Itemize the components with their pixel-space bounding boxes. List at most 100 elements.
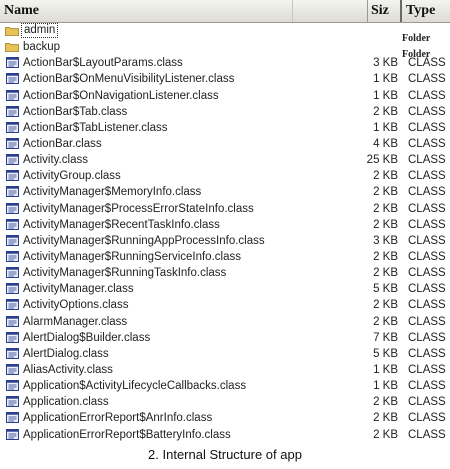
file-size: 2 KB <box>373 267 398 280</box>
file-size: 2 KB <box>373 396 398 409</box>
file-name: ApplicationErrorReport$AnrInfo.class <box>23 412 213 425</box>
class-file-icon <box>6 331 19 343</box>
file-name: ActivityManager$ProcessErrorStateInfo.cl… <box>23 202 254 215</box>
file-type: CLASS <box>408 154 446 167</box>
file-size: 2 KB <box>373 250 398 263</box>
file-name: ActivityManager$MemoryInfo.class <box>23 186 202 199</box>
file-size: 5 KB <box>373 347 398 360</box>
file-name: admin <box>21 23 59 38</box>
class-file-icon <box>6 380 19 392</box>
class-file-icon <box>6 267 19 279</box>
file-size: 2 KB <box>373 202 398 215</box>
file-type: CLASS <box>408 363 446 376</box>
file-row[interactable]: AlarmManager.class 2 KB CLASS <box>0 314 450 330</box>
file-row[interactable]: ActivityOptions.class 2 KB CLASS <box>0 297 450 313</box>
class-file-icon <box>6 121 19 133</box>
file-name: backup <box>23 41 61 54</box>
file-name: ActionBar.class <box>23 137 102 150</box>
file-type: CLASS <box>408 331 446 344</box>
class-file-icon <box>6 57 19 69</box>
class-file-icon <box>6 347 19 359</box>
file-name: ActivityGroup.class <box>23 170 121 183</box>
file-row[interactable]: ActionBar$OnMenuVisibilityListener.class… <box>0 71 450 87</box>
file-size: 1 KB <box>373 73 398 86</box>
file-row[interactable]: ActionBar$Tab.class 2 KB CLASS <box>0 104 450 120</box>
file-row[interactable]: ActivityGroup.class 2 KB CLASS <box>0 168 450 184</box>
column-header-size[interactable]: Siz <box>368 0 402 22</box>
file-size: 2 KB <box>373 315 398 328</box>
column-header-name[interactable]: Name <box>0 0 293 22</box>
file-type: CLASS <box>408 105 446 118</box>
file-size: 1 KB <box>373 89 398 102</box>
file-name: AlertDialog$Builder.class <box>23 331 151 344</box>
file-list-window: Name Siz Type admin Folder backup Folder Act… <box>0 0 450 444</box>
file-row[interactable]: ActivityManager.class 5 KB CLASS <box>0 281 450 297</box>
file-row[interactable]: ActivityManager$ProcessErrorStateInfo.cl… <box>0 201 450 217</box>
file-name: ActivityManager$RunningAppProcessInfo.cl… <box>23 234 265 247</box>
file-list: admin Folder backup Folder ActionBar$LayoutP… <box>0 23 450 443</box>
file-row[interactable]: ActivityManager$RunningAppProcessInfo.cl… <box>0 233 450 249</box>
file-row[interactable]: ActivityManager$RecentTaskInfo.class 2 KB… <box>0 217 450 233</box>
file-size: 7 KB <box>373 331 398 344</box>
folder-row[interactable]: admin Folder <box>0 23 450 44</box>
class-file-icon <box>6 315 19 327</box>
file-size: 2 KB <box>373 186 398 199</box>
column-header-bar: Name Siz Type <box>0 0 450 23</box>
file-row[interactable]: AliasActivity.class 1 KB CLASS <box>0 362 450 378</box>
file-name: AliasActivity.class <box>23 363 113 376</box>
file-row[interactable]: ActionBar.class 4 KB CLASS <box>0 136 450 152</box>
class-file-icon <box>6 250 19 262</box>
file-type: CLASS <box>408 89 446 102</box>
file-row[interactable]: AlertDialog$Builder.class 7 KB CLASS <box>0 330 450 346</box>
file-type: CLASS <box>408 347 446 360</box>
file-row[interactable]: ActivityManager$RunningTaskInfo.class 2 K… <box>0 265 450 281</box>
folder-icon <box>5 42 19 53</box>
file-type: CLASS <box>408 202 446 215</box>
file-name: Activity.class <box>23 154 88 167</box>
class-file-icon <box>6 73 19 85</box>
class-file-icon <box>6 105 19 117</box>
file-size: 3 KB <box>373 57 398 70</box>
file-name: ActionBar$OnNavigationListener.class <box>23 89 219 102</box>
file-row[interactable]: ActionBar$LayoutParams.class 3 KB CLASS <box>0 55 450 71</box>
file-row[interactable]: Application$ActivityLifecycleCallbacks.c… <box>0 378 450 394</box>
file-row[interactable]: Activity.class 25 KB CLASS <box>0 152 450 168</box>
file-type: CLASS <box>408 283 446 296</box>
file-type: CLASS <box>408 267 446 280</box>
file-type: CLASS <box>408 57 446 70</box>
file-name: Application$ActivityLifecycleCallbacks.c… <box>23 380 247 393</box>
file-size: 1 KB <box>373 380 398 393</box>
file-name: ActivityManager$RunningTaskInfo.class <box>23 267 227 280</box>
class-file-icon <box>6 154 19 166</box>
file-size: 1 KB <box>373 121 398 134</box>
file-row[interactable]: ActionBar$OnNavigationListener.class 1 KB… <box>0 88 450 104</box>
file-row[interactable]: ActionBar$TabListener.class 1 KB CLASS <box>0 120 450 136</box>
file-row[interactable]: ActivityManager$RunningServiceInfo.class… <box>0 249 450 265</box>
file-row[interactable]: Application.class 2 KB CLASS <box>0 394 450 410</box>
file-name: ActionBar$TabListener.class <box>23 121 168 134</box>
file-type: CLASS <box>408 396 446 409</box>
file-row[interactable]: ApplicationErrorReport$BatteryInfo.class… <box>0 427 450 443</box>
file-type: CLASS <box>408 186 446 199</box>
file-row[interactable]: AlertDialog.class 5 KB CLASS <box>0 346 450 362</box>
class-file-icon <box>6 428 19 440</box>
file-name: ActionBar$LayoutParams.class <box>23 57 183 70</box>
file-type: CLASS <box>408 234 446 247</box>
file-size: 2 KB <box>373 299 398 312</box>
folder-row[interactable]: backup Folder <box>0 39 450 60</box>
file-size: 25 KB <box>366 154 398 167</box>
column-header-type[interactable]: Type <box>402 0 450 22</box>
class-file-icon <box>6 363 19 375</box>
file-row[interactable]: ActivityManager$MemoryInfo.class 2 KB CLAS… <box>0 184 450 200</box>
class-file-icon <box>6 89 19 101</box>
file-type: CLASS <box>408 412 446 425</box>
file-name: Application.class <box>23 396 109 409</box>
file-name: ActivityManager.class <box>23 283 134 296</box>
class-file-icon <box>6 412 19 424</box>
file-size: 1 KB <box>373 363 398 376</box>
class-file-icon <box>6 170 19 182</box>
class-file-icon <box>6 218 19 230</box>
file-row[interactable]: ApplicationErrorReport$AnrInfo.class 2 KB… <box>0 410 450 426</box>
file-type: CLASS <box>408 137 446 150</box>
file-size: 2 KB <box>373 170 398 183</box>
